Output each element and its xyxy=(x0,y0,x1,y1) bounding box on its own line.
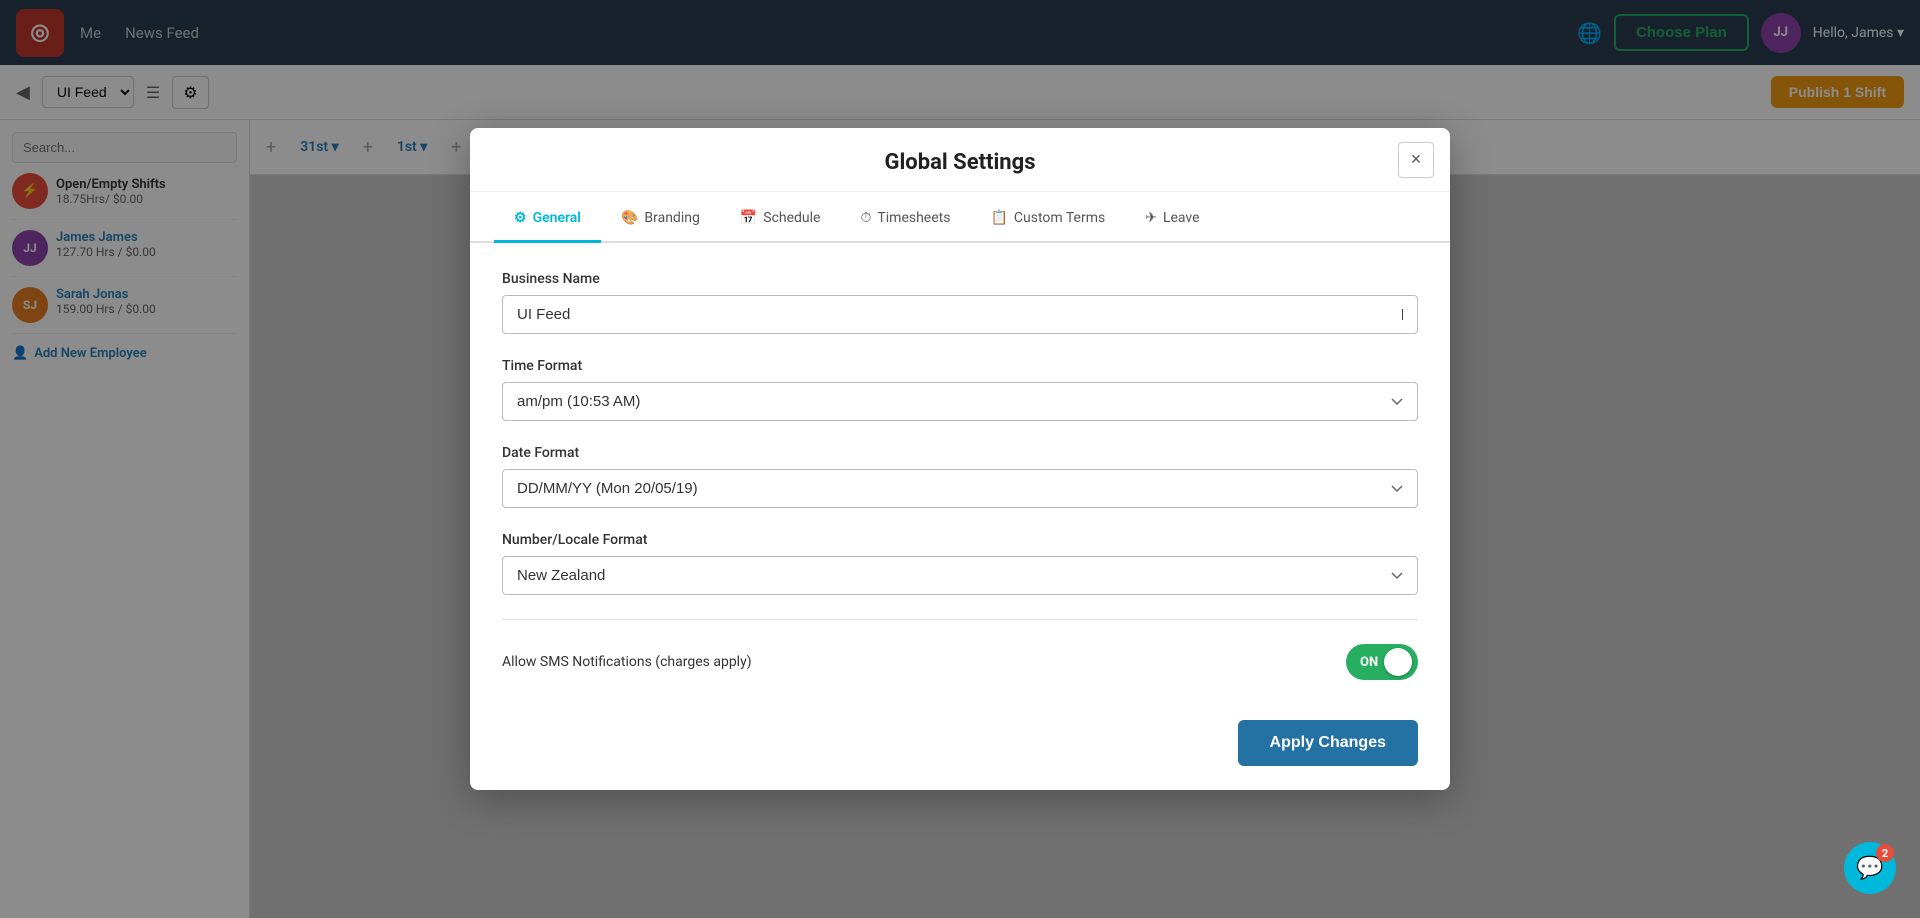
tab-leave-label: Leave xyxy=(1163,210,1200,226)
tab-schedule[interactable]: 📅 Schedule xyxy=(720,196,841,243)
leave-tab-icon: ✈ xyxy=(1145,210,1157,226)
modal-body: Business Name | Time Format am/pm (10:53… xyxy=(470,243,1450,712)
date-format-select[interactable]: DD/MM/YY (Mon 20/05/19) MM/DD/YY (Mon 05… xyxy=(502,469,1418,508)
time-format-select[interactable]: am/pm (10:53 AM) 24hr (22:53) xyxy=(502,382,1418,421)
time-format-label: Time Format xyxy=(502,358,1418,374)
locale-label: Number/Locale Format xyxy=(502,532,1418,548)
tab-custom-terms[interactable]: 📋 Custom Terms xyxy=(970,196,1125,243)
sms-label: Allow SMS Notifications (charges apply) xyxy=(502,654,752,670)
tab-branding[interactable]: 🎨 Branding xyxy=(601,196,720,243)
timesheets-tab-icon: ⏱ xyxy=(860,210,871,226)
tab-general[interactable]: ⚙ General xyxy=(494,196,601,243)
chat-badge: 2 xyxy=(1876,844,1894,862)
modal-close-button[interactable]: × xyxy=(1398,142,1434,178)
business-name-label: Business Name xyxy=(502,271,1418,287)
business-name-group: Business Name | xyxy=(502,271,1418,334)
tab-timesheets-label: Timesheets xyxy=(877,210,950,226)
tab-custom-terms-label: Custom Terms xyxy=(1014,210,1105,226)
tab-branding-label: Branding xyxy=(644,210,699,226)
general-tab-icon: ⚙ xyxy=(514,210,527,226)
tab-leave[interactable]: ✈ Leave xyxy=(1125,196,1219,243)
tab-timesheets[interactable]: ⏱ Timesheets xyxy=(840,196,970,243)
business-name-input[interactable] xyxy=(502,295,1418,334)
locale-format-group: Number/Locale Format New Zealand United … xyxy=(502,532,1418,595)
tab-schedule-label: Schedule xyxy=(763,210,820,226)
branding-tab-icon: 🎨 xyxy=(621,210,638,226)
modal-header: Global Settings × xyxy=(470,128,1450,192)
form-divider xyxy=(502,619,1418,620)
locale-select[interactable]: New Zealand United States United Kingdom xyxy=(502,556,1418,595)
modal-title: Global Settings xyxy=(884,150,1035,175)
modal-footer: Apply Changes xyxy=(470,720,1450,766)
cursor-indicator: | xyxy=(1401,307,1404,322)
global-settings-modal: Global Settings × ⚙ General 🎨 Branding 📅… xyxy=(470,128,1450,790)
toggle-knob xyxy=(1384,648,1412,676)
chat-bubble[interactable]: 💬 2 xyxy=(1844,842,1896,894)
custom-terms-tab-icon: 📋 xyxy=(990,210,1007,226)
sms-toggle-row: Allow SMS Notifications (charges apply) … xyxy=(502,640,1418,684)
tab-general-label: General xyxy=(533,210,581,226)
sms-toggle-text: ON xyxy=(1360,655,1378,670)
schedule-tab-icon: 📅 xyxy=(740,210,757,226)
date-format-label: Date Format xyxy=(502,445,1418,461)
sms-toggle[interactable]: ON xyxy=(1346,644,1418,680)
date-format-group: Date Format DD/MM/YY (Mon 20/05/19) MM/D… xyxy=(502,445,1418,508)
time-format-group: Time Format am/pm (10:53 AM) 24hr (22:53… xyxy=(502,358,1418,421)
modal-tabs: ⚙ General 🎨 Branding 📅 Schedule ⏱ Timesh… xyxy=(470,196,1450,243)
apply-changes-button[interactable]: Apply Changes xyxy=(1238,720,1418,766)
